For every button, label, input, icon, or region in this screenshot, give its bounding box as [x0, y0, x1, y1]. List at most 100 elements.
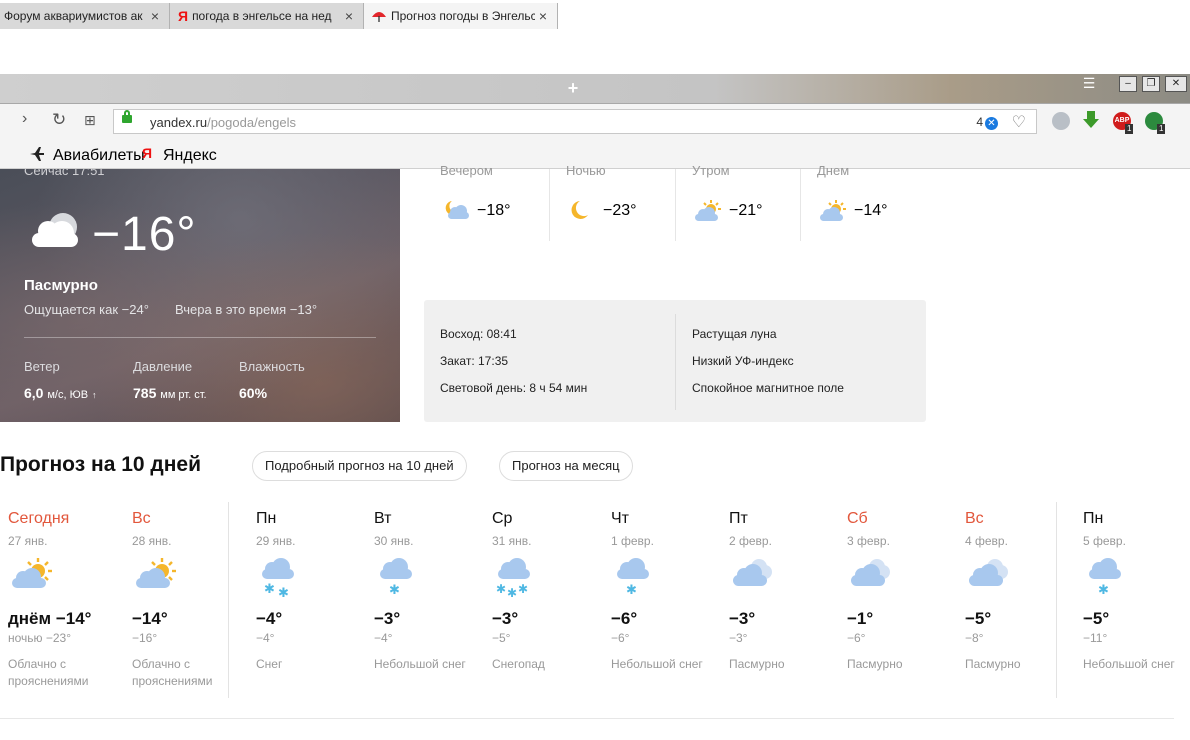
maximize-icon[interactable]: ❐ — [1142, 76, 1160, 92]
divider — [0, 718, 1174, 719]
day-date: 3 февр. — [847, 534, 890, 548]
day-date: 31 янв. — [492, 534, 532, 548]
tab-title: Форум аквариумистов ак — [4, 9, 143, 23]
day-name: Ср — [492, 510, 513, 527]
tabs-grid-icon[interactable]: ⊞ — [84, 112, 96, 129]
separator — [549, 169, 550, 241]
close-icon[interactable]: × — [341, 8, 357, 24]
magnetic-field: Спокойное магнитное поле — [692, 381, 844, 395]
lock-icon — [122, 110, 132, 123]
day-name: Пн — [1083, 510, 1104, 527]
detailed-forecast-button[interactable]: Подробный прогноз на 10 дней — [252, 451, 467, 481]
address-bar[interactable]: yandex.ru/pogoda/engels 4 ✕ ♡ — [113, 109, 1037, 134]
day-name: Чт — [611, 510, 629, 527]
day-date: 28 янв. — [132, 534, 172, 548]
tab-title: погода в энгельсе на нед — [192, 9, 332, 23]
url-text[interactable]: yandex.ru/pogoda/engels — [150, 115, 296, 130]
tab-weather-search[interactable]: Я погода в энгельсе на нед × — [170, 3, 364, 29]
day-temp: −6° — [611, 609, 638, 628]
day-date: 1 февр. — [611, 534, 654, 548]
forecast-title: Прогноз на 10 дней — [0, 453, 201, 476]
close-badge-icon: ✕ — [985, 117, 998, 130]
day-temp: −5° — [1083, 609, 1110, 628]
forecast-day[interactable]: Чт 1 февр. ✱ −6° −6° Небольшой снег — [611, 510, 727, 671]
day-condition: Небольшой снег — [1083, 657, 1175, 671]
forward-icon[interactable]: › — [22, 110, 27, 128]
bookmark-yandex[interactable]: Яндекс — [163, 147, 217, 165]
day-name: Пн — [256, 510, 277, 527]
wind-direction-icon: ↑ — [91, 390, 97, 400]
svg-text:✱: ✱ — [626, 583, 637, 598]
wind-label: Ветер — [24, 359, 60, 374]
close-window-icon[interactable]: ✕ — [1165, 76, 1187, 92]
partly-cloudy-icon — [820, 200, 846, 221]
sunset: Закат: 17:35 — [440, 354, 509, 368]
feels-like: Ощущается как −24° — [24, 302, 149, 317]
forecast-day[interactable]: Пн 5 февр. ✱ −5° −11° Небольшой снег — [1083, 510, 1190, 671]
uv-index: Низкий УФ-индекс — [692, 354, 794, 368]
bookmark-count-badge[interactable]: 4 ✕ — [976, 115, 998, 130]
close-icon[interactable]: × — [147, 8, 163, 24]
moon-icon — [571, 201, 588, 219]
globe-icon[interactable] — [1052, 112, 1070, 130]
humidity-label: Влажность — [239, 359, 305, 374]
light-snow-icon: ✱ — [617, 558, 649, 598]
day-date: 4 февр. — [965, 534, 1008, 548]
tab-weather-forecast[interactable]: Прогноз погоды в Энгельс × — [364, 3, 558, 29]
forecast-day[interactable]: Вс 4 февр. −5° −8° Пасмурно — [965, 510, 1081, 671]
separator — [800, 169, 801, 241]
night-temp: −11° — [1083, 631, 1108, 645]
forecast-day[interactable]: Сб 3 февр. −1° −6° Пасмурно — [847, 510, 963, 671]
day-temp: −1° — [847, 609, 874, 628]
divider — [675, 314, 676, 410]
close-icon[interactable]: × — [535, 8, 551, 24]
overcast-icon — [733, 559, 772, 586]
svg-text:✱: ✱ — [264, 582, 275, 597]
day-condition: Пасмурно — [965, 657, 1021, 671]
overcast-icon — [969, 559, 1008, 586]
moon-phase: Растущая луна — [692, 327, 777, 341]
shield-badge: 1 — [1157, 124, 1166, 134]
divider — [24, 337, 376, 338]
yandex-logo-icon: Я — [142, 145, 153, 161]
menu-icon[interactable]: ☰ — [1080, 76, 1098, 92]
umbrella-icon — [372, 12, 386, 22]
forecast-day[interactable]: Ср 31 янв. ✱ ✱ ✱ −3° −5° Снегопад — [492, 510, 608, 671]
tab-strip — [0, 74, 1190, 104]
forecast-day[interactable]: Пн 29 янв. ✱ ✱ −4° −4° Снег — [256, 510, 372, 671]
forecast-day[interactable]: Пт 2 февр. −3° −3° Пасмурно — [729, 510, 845, 671]
day-condition: Пасмурно — [729, 657, 785, 671]
new-tab-button[interactable]: + — [562, 76, 584, 100]
current-time: Сейчас 17:51 — [24, 169, 105, 178]
reload-icon[interactable]: ↻ — [52, 110, 66, 130]
forecast-day[interactable]: Вт 30 янв. ✱ −3° −4° Небольшой снег — [374, 510, 490, 671]
daylight: Световой день: 8 ч 54 мин — [440, 381, 588, 395]
tab-title: Прогноз погоды в Энгельс — [391, 9, 535, 23]
month-forecast-button[interactable]: Прогноз на месяц — [499, 451, 633, 481]
forecast-day[interactable]: Сегодня 27 янв. днём −14° ночью −23° Облачно… — [8, 510, 124, 688]
wind-value: 6,0 м/с, ЮВ ↑ — [24, 385, 97, 401]
sun-moon-info: Восход: 08:41 Закат: 17:35 Световой день… — [424, 300, 926, 422]
night-temp: −6° — [847, 631, 866, 645]
yesterday-temp: Вчера в это время −13° — [175, 302, 318, 317]
pressure-label: Давление — [133, 359, 193, 374]
day-temp: −3° — [374, 609, 401, 628]
favorite-heart-icon[interactable]: ♡ — [1012, 112, 1026, 132]
snow-icon: ✱ ✱ — [262, 558, 294, 600]
current-condition: Пасмурно — [24, 277, 98, 294]
download-icon[interactable] — [1082, 110, 1100, 130]
tab-aquarium-forum[interactable]: Форум аквариумистов ак × — [0, 3, 170, 29]
svg-text:✱: ✱ — [389, 583, 400, 598]
bookmark-aviatickets[interactable]: Авиабилеты — [53, 147, 145, 165]
minimize-icon[interactable]: – — [1119, 76, 1137, 92]
forecast-day[interactable]: Вс 28 янв. −14° −16° Облачно с прояснениями — [132, 510, 248, 688]
day-part-temp: −18° — [477, 202, 511, 219]
night-temp: −5° — [492, 631, 511, 645]
heavy-snow-icon: ✱ ✱ ✱ — [496, 558, 530, 600]
night-temp: −4° — [256, 631, 275, 645]
overcast-icon — [851, 559, 890, 586]
current-weather-card: Сейчас 17:51 −16° Пасмурно Ощущается как… — [0, 169, 400, 422]
day-temp: −5° — [965, 609, 992, 628]
day-condition: Снегопад — [492, 657, 545, 671]
day-name: Сб — [847, 510, 868, 527]
